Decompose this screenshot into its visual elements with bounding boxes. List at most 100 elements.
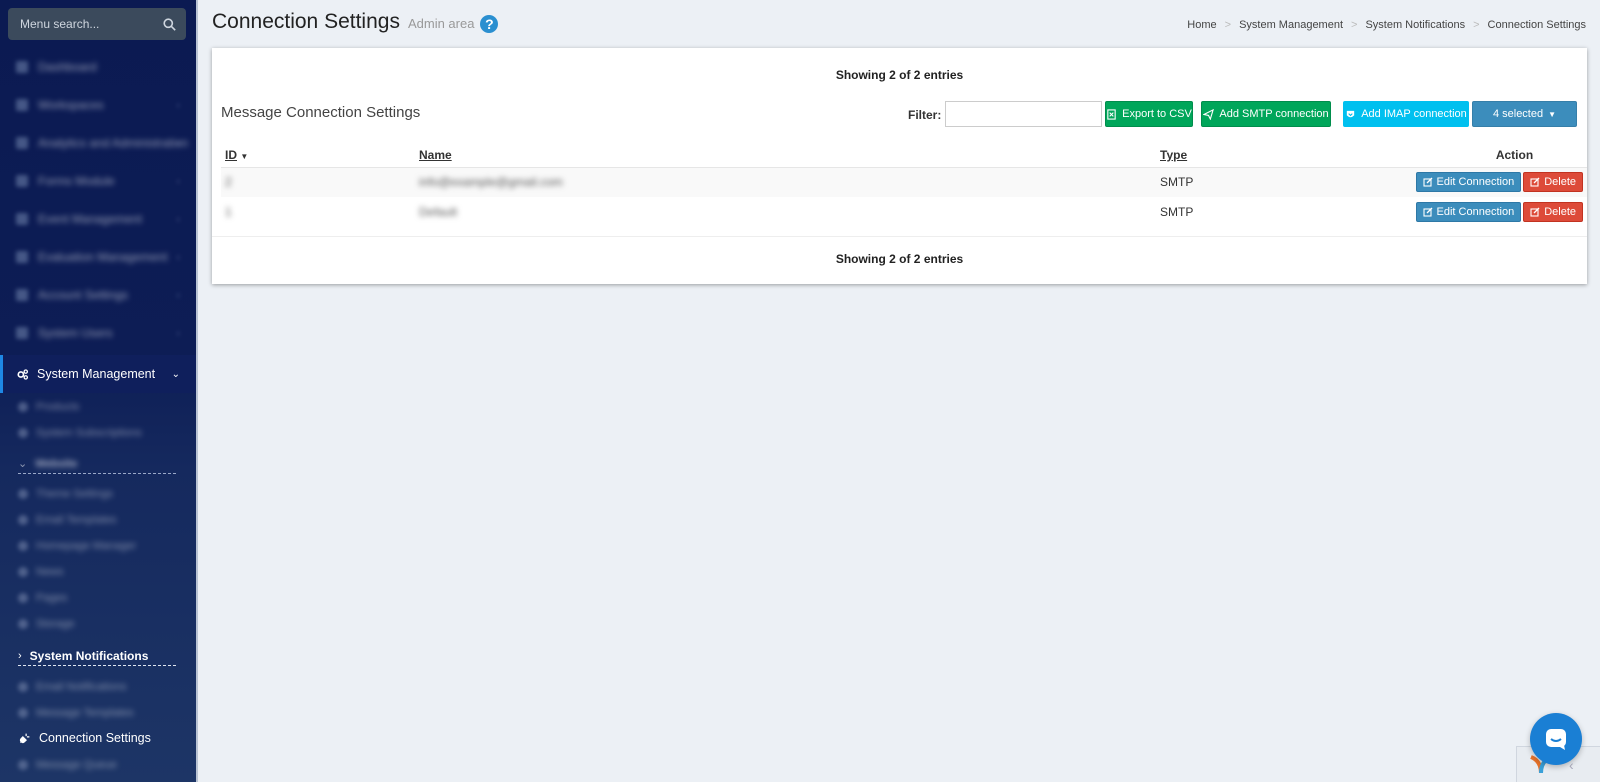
sidebar-subitem-homepage[interactable]: Homepage Manager (18, 536, 178, 556)
cell-id: 2 (221, 167, 415, 197)
sidebar-group-label: Website (35, 457, 78, 470)
sidebar-item-workspaces[interactable]: Workspaces ‹ (0, 86, 196, 124)
selected-count-label: 4 selected (1492, 108, 1544, 120)
workspaces-icon (16, 99, 28, 111)
column-header-type[interactable]: Type (1156, 143, 1356, 168)
dashboard-icon (16, 61, 28, 73)
filter-label: Filter: (908, 108, 942, 122)
breadcrumb-current: Connection Settings (1487, 19, 1586, 31)
sidebar-subitem-label: Email Templates (36, 514, 117, 526)
delete-label: Delete (1544, 206, 1576, 218)
chevron-down-icon: ⌄ (18, 458, 28, 470)
products-icon (18, 402, 28, 412)
forms-icon (16, 175, 28, 187)
sidebar-subitem-news[interactable]: News (18, 562, 178, 582)
add-smtp-label: Add SMTP connection (1219, 108, 1329, 120)
breadcrumb-separator: > (1473, 19, 1480, 31)
entries-count-top: Showing 2 of 2 entries (835, 68, 964, 82)
breadcrumb-system-notifications[interactable]: System Notifications (1365, 19, 1465, 31)
cell-name: info@example@gmail.com (415, 167, 1156, 197)
sidebar-subitem-storage[interactable]: Storage (18, 614, 178, 634)
chevron-left-icon: ‹ (176, 137, 180, 149)
sidebar-item-analytics[interactable]: Analytics and Administration ‹ (0, 124, 196, 162)
sidebar-item-system-management[interactable]: System Management ⌄ (0, 355, 196, 393)
sidebar-item-dashboard[interactable]: Dashboard (0, 48, 196, 86)
homepage-icon (18, 541, 28, 551)
pages-icon (18, 593, 28, 603)
search-icon[interactable] (163, 17, 176, 31)
export-csv-button[interactable]: Export to CSV (1105, 101, 1193, 127)
delete-button[interactable]: Delete (1523, 202, 1583, 222)
cell-actions: Edit Connection Delete (1356, 167, 1587, 197)
breadcrumb-separator: > (1351, 19, 1358, 31)
breadcrumb: Home > System Management > System Notifi… (1187, 19, 1586, 31)
sidebar-item-label: System Management (37, 367, 156, 381)
sidebar-item-evaluation[interactable]: Evaluation Management ‹ (0, 238, 196, 276)
breadcrumb-home[interactable]: Home (1187, 19, 1216, 31)
cell-name: Default (415, 197, 1156, 227)
sidebar-subitem-label: Connection Settings (39, 731, 151, 745)
sidebar-item-label: Analytics and Administration (38, 136, 189, 150)
sidebar-subitem-theme[interactable]: Theme Settings (18, 484, 178, 504)
sidebar-subitem-label: Message Queue (36, 759, 117, 771)
sort-desc-icon: ▼ (240, 151, 249, 161)
sidebar-subitem-message-templates[interactable]: Message Templates (18, 703, 178, 723)
filter-input[interactable] (945, 101, 1102, 127)
sidebar-item-label: System Users (38, 326, 113, 340)
entries-count-bottom: Showing 2 of 2 entries (835, 252, 964, 266)
sidebar-group-website[interactable]: ⌄ Website (18, 454, 176, 474)
sidebar-item-account[interactable]: Account Settings ‹ (0, 276, 196, 314)
add-imap-button[interactable]: Add IMAP connection (1343, 101, 1469, 127)
page-title: Connection Settings (212, 10, 400, 33)
chevron-left-icon: ‹ (176, 251, 180, 263)
sidebar-item-events[interactable]: Event Management ‹ (0, 200, 196, 238)
sidebar-item-label: Event Management (38, 212, 143, 226)
edit-icon (1530, 177, 1540, 187)
theme-icon (18, 489, 28, 499)
chevron-right-icon: › (18, 649, 22, 662)
column-header-id[interactable]: ID ▼ (221, 143, 415, 168)
sidebar-subitem-label: Homepage Manager (36, 540, 137, 552)
menu-search-input[interactable]: Menu search... (8, 8, 186, 40)
edit-connection-button[interactable]: Edit Connection (1415, 202, 1522, 222)
page-header: Connection Settings Admin area ? (212, 10, 499, 34)
page-subtitle: Admin area (407, 16, 475, 31)
chevron-left-icon: ‹ (176, 175, 180, 187)
columns-selected-dropdown[interactable]: 4 selected ▼ (1472, 101, 1577, 127)
edit-connection-label: Edit Connection (1436, 206, 1515, 218)
sidebar-subitem-products[interactable]: Products (18, 397, 178, 417)
delete-label: Delete (1544, 176, 1576, 189)
sidebar-subitem-connection-settings[interactable]: Connection Settings (18, 728, 151, 748)
add-smtp-button[interactable]: Add SMTP connection (1201, 101, 1331, 127)
sidebar-subitem-label: Storage (36, 618, 75, 630)
cell-id-value: 1 (225, 205, 232, 219)
edit-icon (1422, 177, 1432, 187)
column-header-name[interactable]: Name (415, 143, 1156, 168)
table-header-row: ID ▼ Name Type Action (221, 143, 1587, 168)
chat-icon (1546, 729, 1566, 750)
sidebar-subitem-email-notifications[interactable]: Email Notifications (18, 677, 178, 697)
sidebar-subitem-pages[interactable]: Pages (18, 588, 178, 608)
sidebar-item-forms[interactable]: Forms Module ‹ (0, 162, 196, 200)
chevron-left-icon: ‹ (176, 99, 180, 111)
evaluation-icon (16, 251, 28, 263)
cell-type: SMTP (1156, 167, 1356, 197)
connections-table: ID ▼ Name Type Action 2 info@example@gma… (221, 143, 1587, 227)
email-icon (18, 515, 28, 525)
chat-launcher-button[interactable] (1530, 713, 1582, 765)
delete-button[interactable]: Delete (1523, 172, 1583, 193)
help-icon[interactable]: ? (480, 15, 499, 33)
sidebar-subitem-email-templates[interactable]: Email Templates (18, 510, 178, 530)
cell-name-value: info@example@gmail.com (419, 175, 563, 190)
sidebar-item-users[interactable]: System Users ‹ (0, 314, 196, 352)
sidebar-group-system-notifications[interactable]: › System Notifications (18, 646, 176, 666)
subscriptions-icon (18, 428, 28, 438)
column-header-label: Type (1160, 147, 1188, 162)
account-icon (16, 289, 28, 301)
breadcrumb-system-management[interactable]: System Management (1239, 19, 1343, 31)
inbox-shield-icon (1347, 110, 1355, 117)
analytics-icon (16, 137, 28, 149)
edit-connection-button[interactable]: Edit Connection (1415, 172, 1522, 193)
sidebar-subitem-message-queue[interactable]: Message Queue (18, 755, 178, 775)
sidebar-subitem-subscriptions[interactable]: System Subscriptions (18, 423, 178, 443)
